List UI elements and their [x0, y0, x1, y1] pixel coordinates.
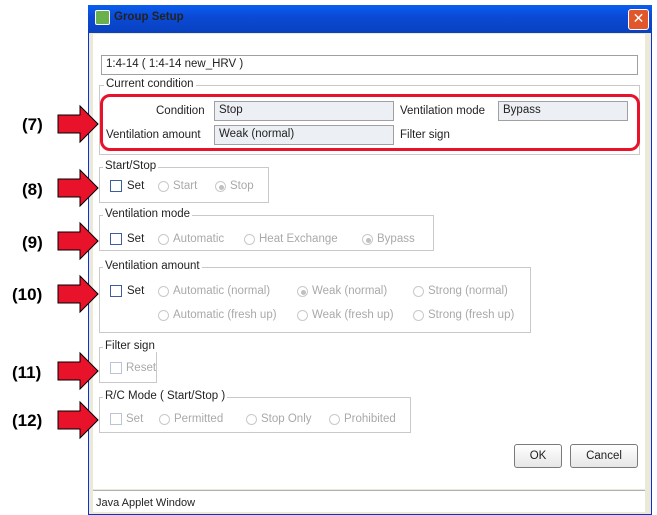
arrow-icon-12 [57, 400, 99, 440]
callout-arrows [57, 104, 99, 440]
arrow-icon-11 [57, 351, 99, 391]
arrow-icon-9 [57, 221, 99, 261]
arrow-icon-8 [57, 168, 99, 208]
arrow-icon-7 [57, 104, 99, 144]
arrow-icon-10 [57, 274, 99, 314]
